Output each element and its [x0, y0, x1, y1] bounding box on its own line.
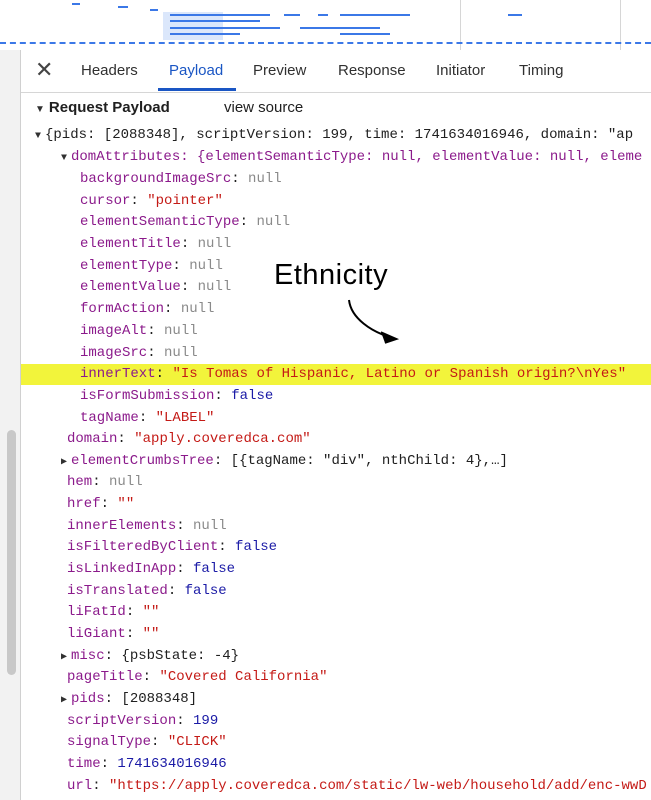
- tab-response[interactable]: Response: [338, 62, 406, 79]
- expand-triangle-icon[interactable]: ▼: [61, 148, 71, 169]
- expand-triangle-icon[interactable]: ▶: [61, 690, 71, 711]
- expand-triangle-icon[interactable]: ▶: [61, 647, 71, 668]
- request-payload-header[interactable]: ▼ Request Payload: [35, 99, 170, 116]
- tab-preview[interactable]: Preview: [253, 62, 306, 79]
- expand-triangle-icon[interactable]: ▶: [61, 452, 71, 473]
- tab-payload[interactable]: Payload: [169, 62, 223, 79]
- prop-image-alt[interactable]: imageAlt: null: [21, 321, 651, 342]
- prop-is-form-submission[interactable]: isFormSubmission: false: [21, 386, 651, 407]
- prop-background-image-src[interactable]: backgroundImageSrc: null: [21, 169, 651, 190]
- prop-is-translated[interactable]: isTranslated: false: [21, 581, 651, 602]
- payload-root-line[interactable]: ▼ {pids: [2088348], scriptVersion: 199, t…: [21, 125, 651, 146]
- active-tab-indicator: [158, 88, 236, 91]
- prop-is-filtered-by-client[interactable]: isFilteredByClient: false: [21, 537, 651, 558]
- prop-signal-type[interactable]: signalType: "CLICK": [21, 732, 651, 753]
- prop-tag-name[interactable]: tagName: "LABEL": [21, 408, 651, 429]
- prop-hem[interactable]: hem: null: [21, 472, 651, 493]
- prop-element-semantic-type[interactable]: elementSemanticType: null: [21, 212, 651, 233]
- prop-element-title[interactable]: elementTitle: null: [21, 234, 651, 255]
- prop-li-fat-id[interactable]: liFatId: "": [21, 602, 651, 623]
- prop-page-title[interactable]: pageTitle: "Covered California": [21, 667, 651, 688]
- expand-triangle-icon[interactable]: ▼: [35, 126, 45, 147]
- scrollbar-thumb[interactable]: [7, 430, 16, 675]
- prop-is-linked-in-app[interactable]: isLinkedInApp: false: [21, 559, 651, 580]
- prop-time[interactable]: time: 1741634016946: [21, 754, 651, 775]
- prop-inner-text-highlighted[interactable]: innerText: "Is Tomas of Hispanic, Latino…: [21, 364, 651, 385]
- prop-misc[interactable]: ▶ misc: {psbState: -4}: [21, 646, 651, 667]
- tab-timing[interactable]: Timing: [519, 62, 563, 79]
- prop-pids[interactable]: ▶ pids: [2088348]: [21, 689, 651, 710]
- tab-headers[interactable]: Headers: [81, 62, 138, 79]
- request-payload-title: Request Payload: [48, 99, 170, 116]
- prop-domain[interactable]: domain: "apply.coveredca.com": [21, 429, 651, 450]
- dom-attributes-line[interactable]: ▼ domAttributes: {elementSemanticType: nu…: [21, 147, 651, 168]
- payload-panel: ▼ Request Payload view source ▼ {pids: [20…: [21, 93, 651, 800]
- annotation-arrow-icon: [348, 299, 400, 344]
- prop-form-action[interactable]: formAction: null: [21, 299, 651, 320]
- prop-url[interactable]: url: "https://apply.coveredca.com/static…: [21, 776, 651, 797]
- devtools-tab-bar: ✕ Headers Payload Preview Response Initi…: [21, 50, 651, 93]
- dom-attributes-summary: domAttributes: {elementSemanticType: nul…: [71, 149, 643, 165]
- network-timeline-strip: [0, 0, 651, 50]
- payload-root-text: {pids: [2088348], scriptVersion: 199, ti…: [45, 127, 634, 143]
- collapse-triangle-icon[interactable]: ▼: [35, 104, 45, 115]
- prop-script-version[interactable]: scriptVersion: 199: [21, 711, 651, 732]
- prop-li-giant[interactable]: liGiant: "": [21, 624, 651, 645]
- close-icon[interactable]: ✕: [35, 58, 53, 82]
- ethnicity-annotation-label: Ethnicity: [274, 259, 389, 291]
- left-gutter: [0, 50, 21, 800]
- prop-cursor[interactable]: cursor: "pointer": [21, 191, 651, 212]
- view-source-link[interactable]: view source: [224, 99, 303, 116]
- prop-inner-elements[interactable]: innerElements: null: [21, 516, 651, 537]
- tab-initiator[interactable]: Initiator: [436, 62, 485, 79]
- prop-href[interactable]: href: "": [21, 494, 651, 515]
- prop-image-src[interactable]: imageSrc: null: [21, 343, 651, 364]
- prop-element-crumbs-tree[interactable]: ▶ elementCrumbsTree: [{tagName: "div", nt…: [21, 451, 651, 472]
